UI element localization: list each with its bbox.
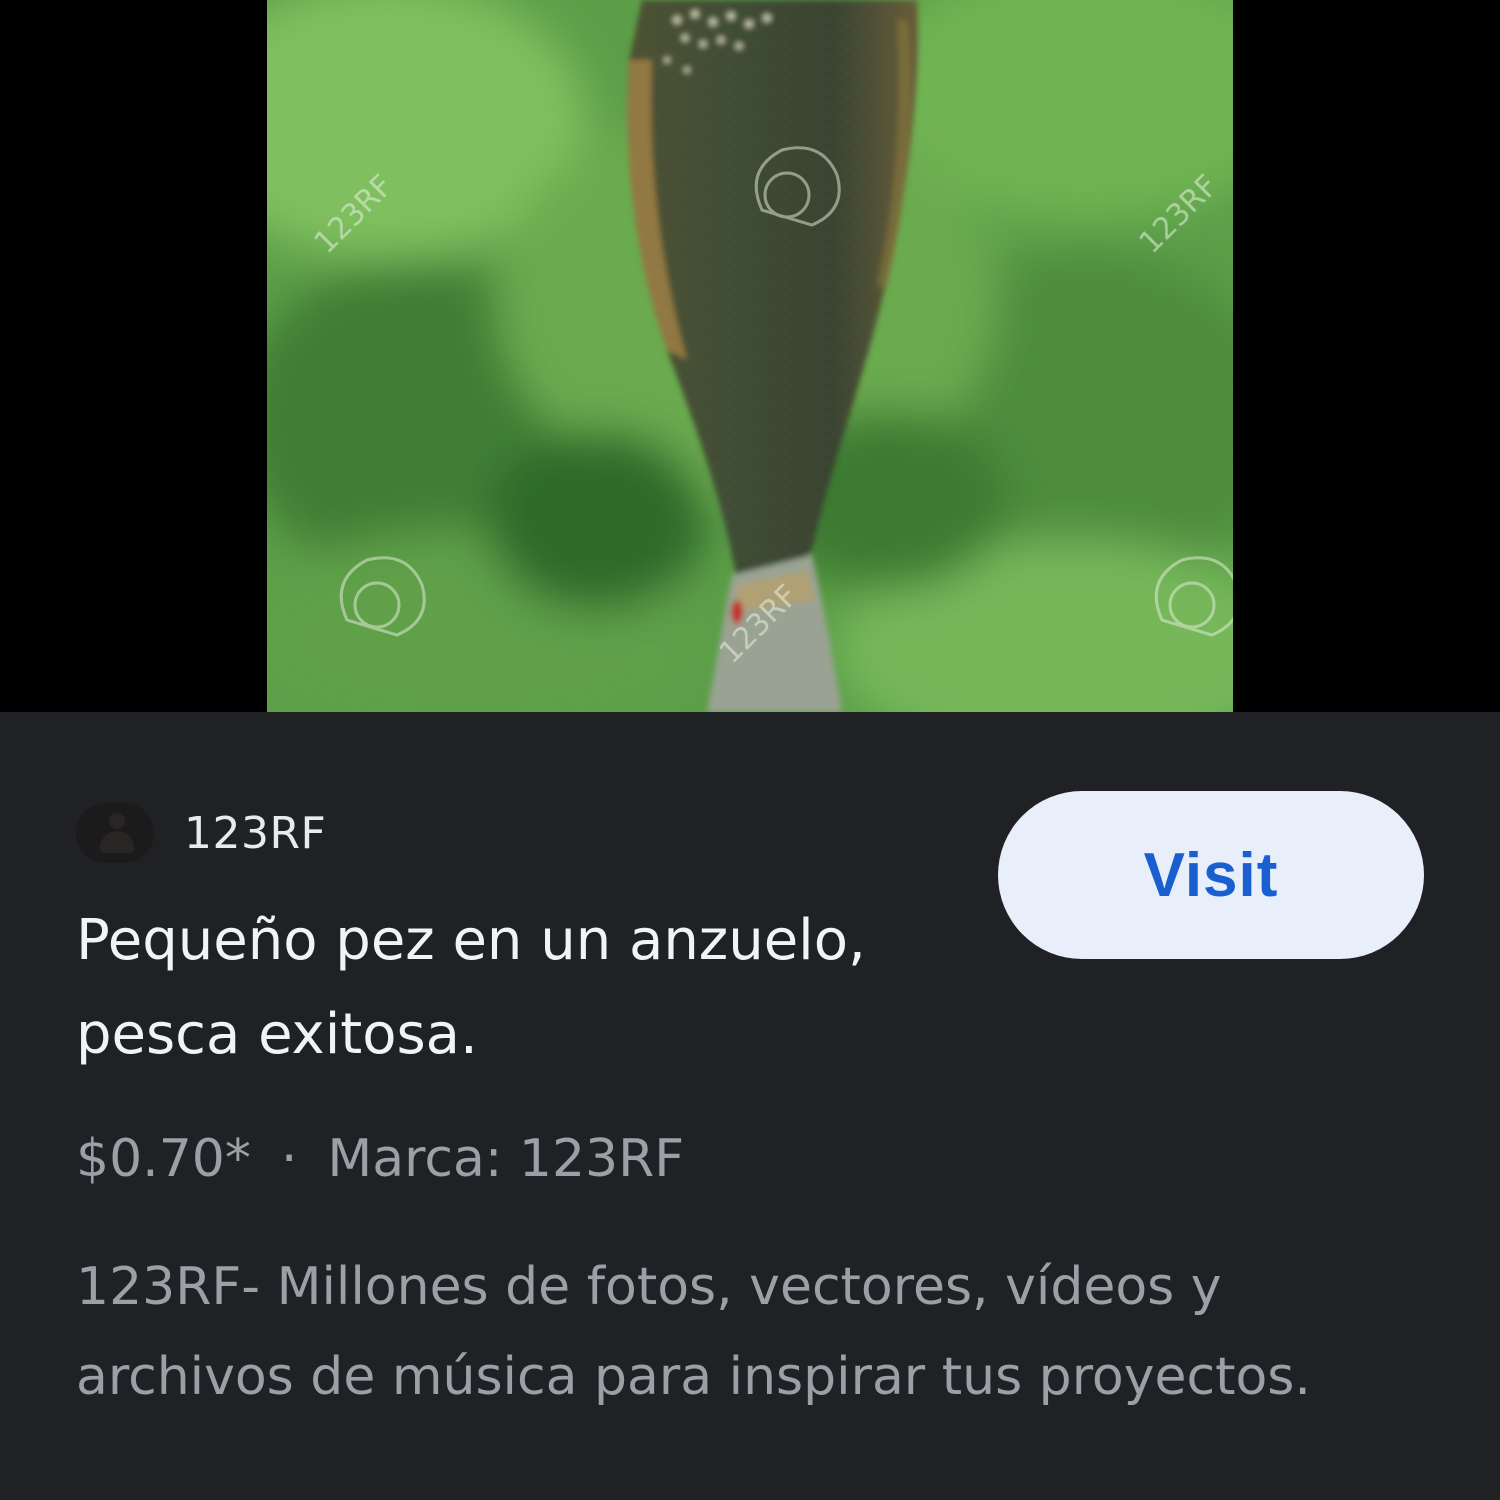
result-image[interactable]: 123RF 123RF 123RF — [267, 0, 1233, 712]
meta-separator: · — [280, 1129, 298, 1189]
source-name[interactable]: 123RF — [184, 808, 326, 859]
brand: Marca: 123RF — [327, 1129, 685, 1189]
image-preview-area: 123RF 123RF 123RF — [0, 0, 1500, 712]
result-description: 123RF- Millones de fotos, vectores, víde… — [76, 1257, 1311, 1407]
visit-button-label: Visit — [1143, 840, 1279, 910]
price: $0.70* — [76, 1129, 251, 1189]
image-result-viewer: 123RF 123RF 123RF 123RF Visit Pequeño pe… — [0, 0, 1500, 1500]
price-brand-row: $0.70* · Marca: 123RF — [76, 1124, 684, 1194]
result-title[interactable]: Pequeño pez en un anzuelo, pesca exitosa… — [76, 894, 936, 1082]
visit-button[interactable]: Visit — [998, 791, 1424, 959]
source-favicon-icon — [76, 803, 154, 863]
source-row[interactable]: 123RF — [76, 798, 326, 868]
fish-photo: 123RF 123RF 123RF — [267, 0, 1233, 712]
result-info-panel: 123RF Visit Pequeño pez en un anzuelo, p… — [0, 712, 1500, 1500]
